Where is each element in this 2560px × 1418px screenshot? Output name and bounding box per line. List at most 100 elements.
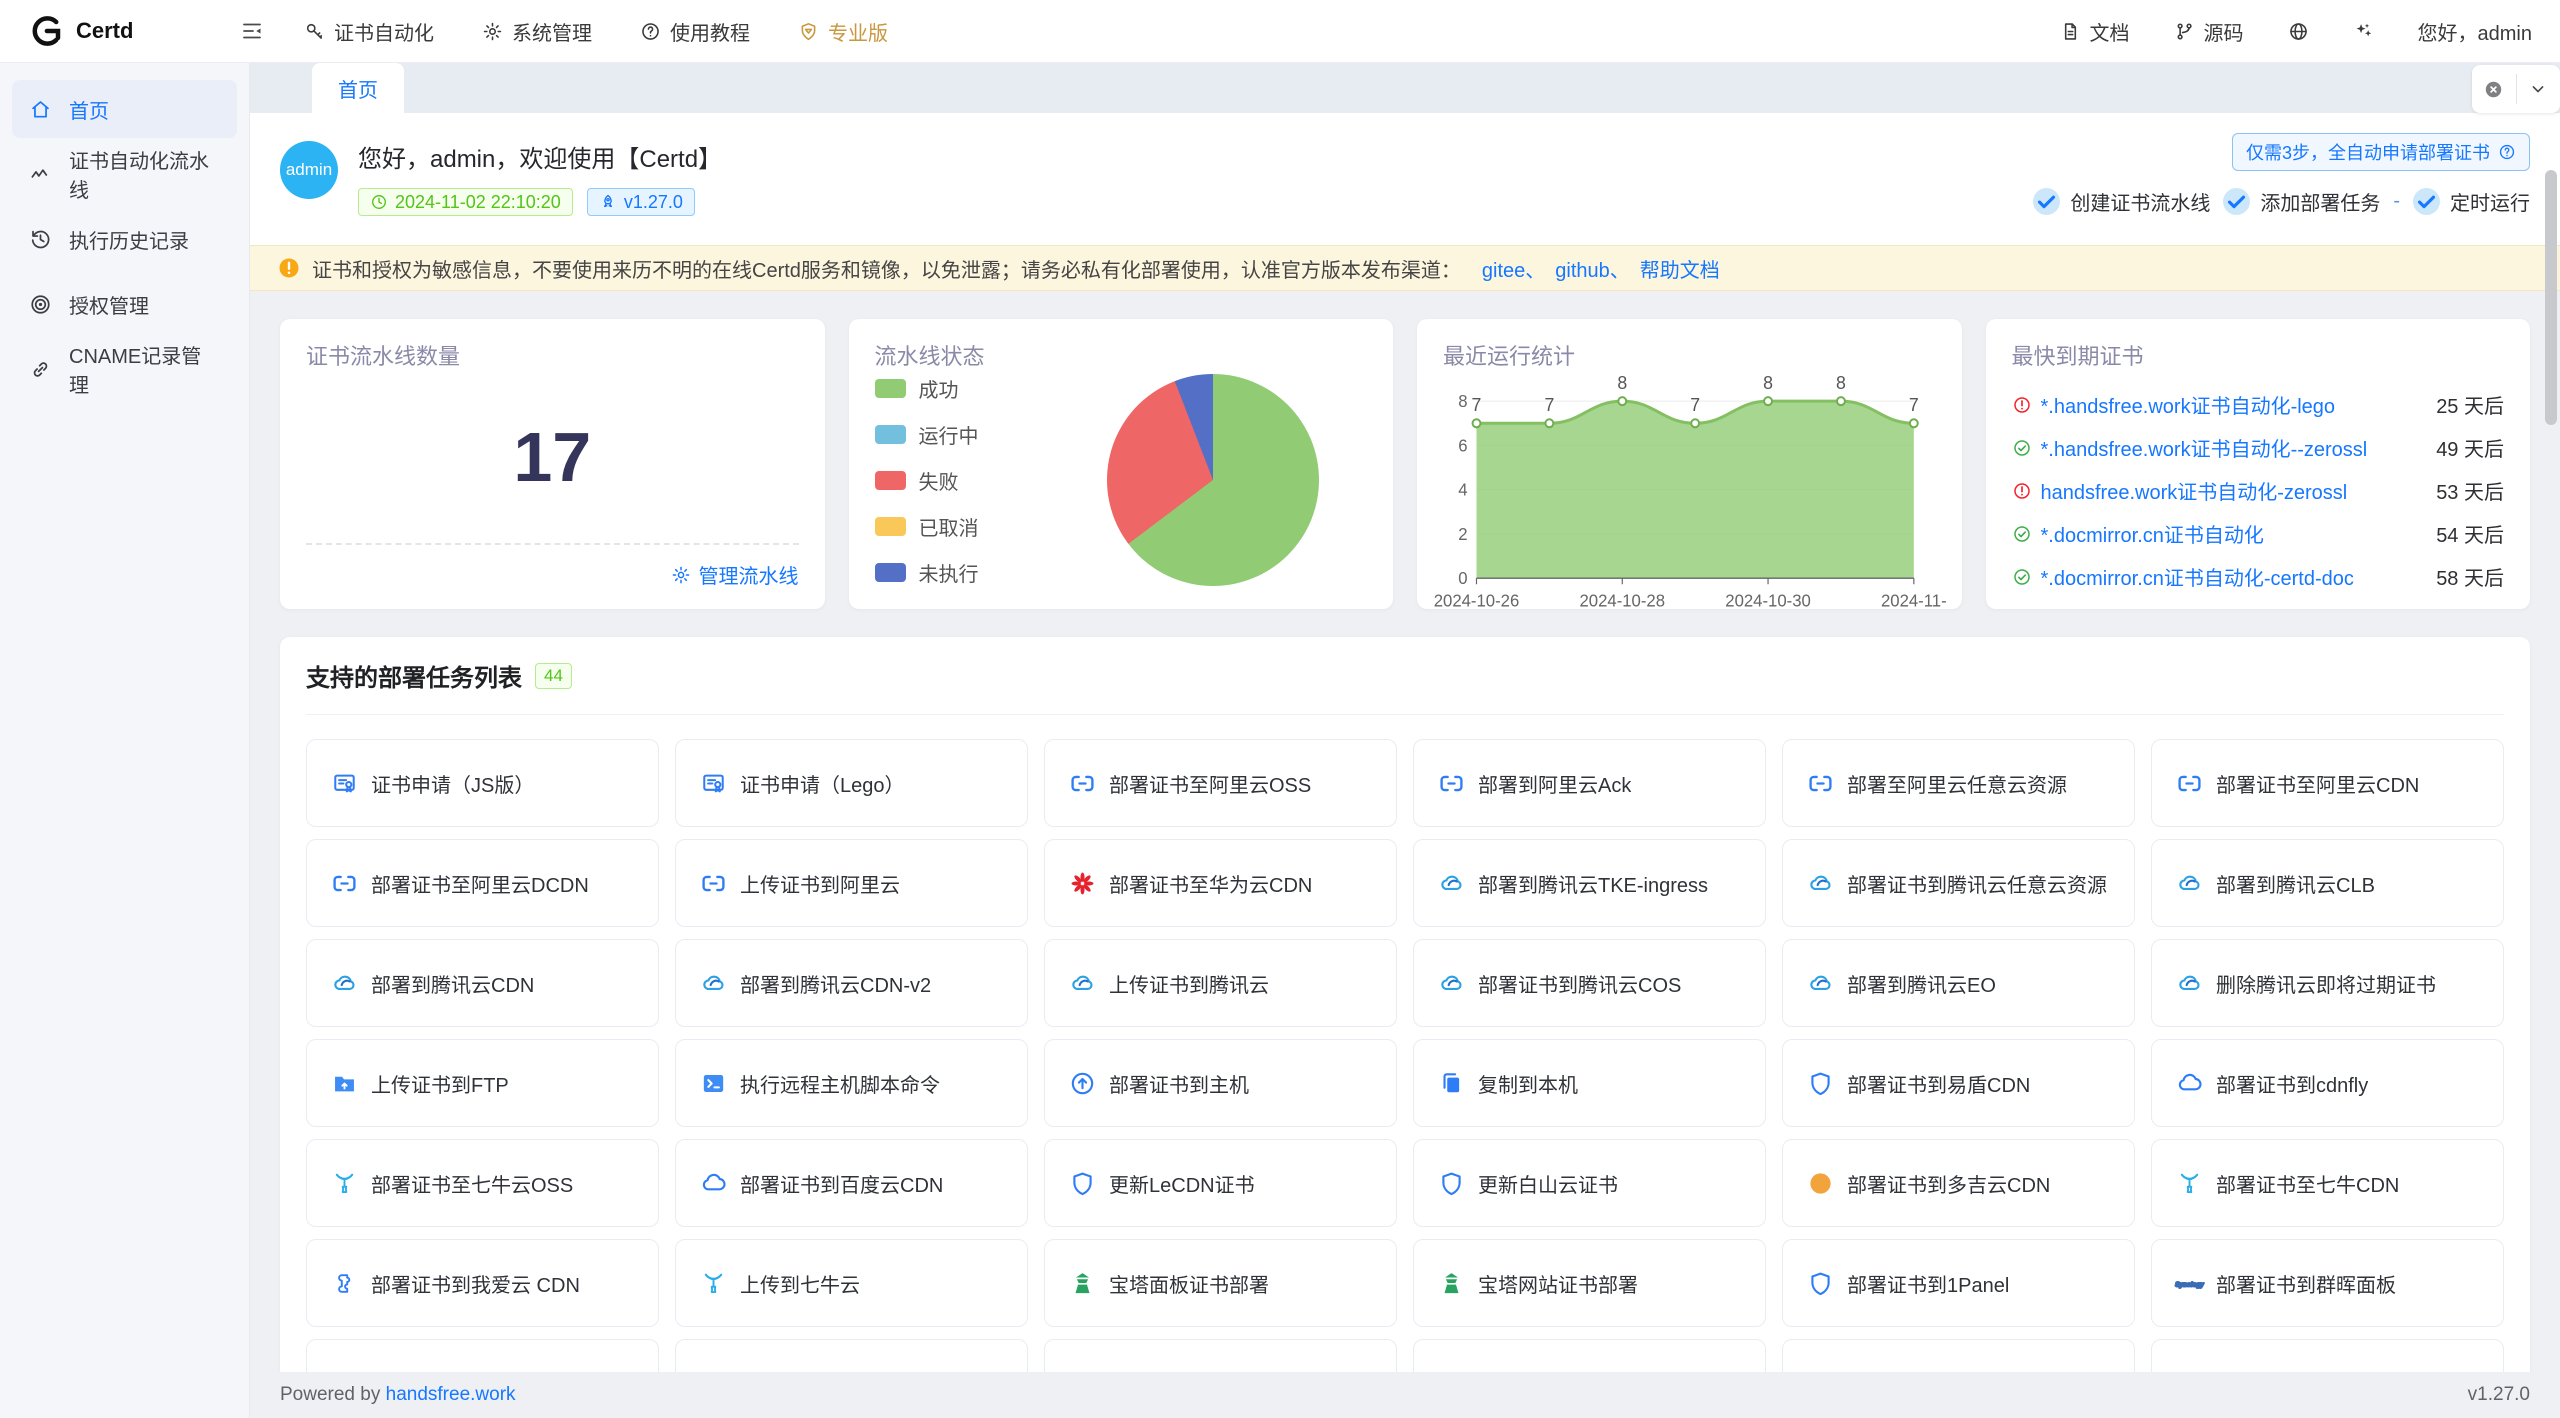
certificate-icon — [331, 770, 358, 797]
task-card-16[interactable]: 部署证书到腾讯云COS — [1413, 939, 1766, 1027]
nav-item-3[interactable]: 使用教程 — [640, 17, 750, 46]
menu-fold-icon[interactable] — [240, 19, 264, 43]
task-card-32[interactable]: 上传到七牛云 — [675, 1239, 1028, 1327]
sidebar-item-1[interactable]: 首页 — [12, 80, 237, 138]
svg-text:6: 6 — [1458, 436, 1467, 455]
sidebar-item-4[interactable]: 授权管理 — [12, 275, 237, 333]
task-card-23[interactable]: 部署证书到易盾CDN — [1782, 1039, 2135, 1127]
expiring-cert-row: *.handsfree.work证书自动化--zerossl49 天后 — [2012, 426, 2505, 469]
tab-home[interactable]: 首页 — [312, 63, 404, 113]
task-card-1[interactable]: 证书申请（JS版） — [306, 739, 659, 827]
banner-link-帮助文档[interactable]: 帮助文档 — [1640, 260, 1720, 282]
expiring-cert-link[interactable]: *.docmirror.cn证书自动化 — [2041, 519, 2425, 548]
task-card-5[interactable]: 部署至阿里云任意云资源 — [1782, 739, 2135, 827]
question-circle-icon — [640, 21, 661, 42]
task-card-7[interactable]: 部署证书至阿里云DCDN — [306, 839, 659, 927]
step-check-icon — [2413, 188, 2440, 215]
task-card-26[interactable]: 部署证书到百度云CDN — [675, 1139, 1028, 1227]
expiring-cert-days: 58 天后 — [2436, 562, 2504, 591]
svg-text:7: 7 — [1690, 395, 1700, 415]
task-card-12[interactable]: 部署到腾讯云CLB — [2151, 839, 2504, 927]
tencent-icon — [1069, 970, 1096, 997]
sidebar-item-2[interactable]: 证书自动化流水线 — [12, 145, 237, 203]
pulse-icon — [29, 163, 52, 186]
task-card-partial[interactable] — [1782, 1339, 2135, 1372]
scrollbar-thumb[interactable] — [2545, 170, 2557, 425]
svg-text:4: 4 — [1458, 481, 1467, 500]
task-card-36[interactable]: Synology部署证书到群晖面板 — [2151, 1239, 2504, 1327]
nav-item-2[interactable]: 系统管理 — [482, 17, 592, 46]
task-card-25[interactable]: 部署证书至七牛云OSS — [306, 1139, 659, 1227]
task-card-30[interactable]: 部署证书至七牛CDN — [2151, 1139, 2504, 1227]
synology-icon: Synology — [2176, 1270, 2203, 1297]
task-card-11[interactable]: 部署证书到腾讯云任意云资源 — [1782, 839, 2135, 927]
expiring-cert-link[interactable]: *.handsfree.work证书自动化--zerossl — [2041, 433, 2425, 462]
task-card-13[interactable]: 部署到腾讯云CDN — [306, 939, 659, 1027]
step-check-icon — [2033, 188, 2060, 215]
banner-link-github[interactable]: github、 — [1555, 260, 1630, 282]
manage-pipelines-link[interactable]: 管理流水线 — [306, 545, 799, 589]
task-card-18[interactable]: 删除腾讯云即将过期证书 — [2151, 939, 2504, 1027]
tab-home-label: 首页 — [338, 74, 378, 103]
tab-menu-button[interactable] — [2517, 65, 2560, 113]
task-card-20[interactable]: 执行远程主机脚本命令 — [675, 1039, 1028, 1127]
three-steps-pill[interactable]: 仅需3步，全自动申请部署证书 — [2232, 133, 2530, 171]
nav-right-item-3[interactable] — [2288, 21, 2309, 42]
task-card-15[interactable]: 上传证书到腾讯云 — [1044, 939, 1397, 1027]
sidebar-item-5[interactable]: CNAME记录管理 — [12, 340, 237, 398]
certificate-icon — [700, 770, 727, 797]
task-card-14[interactable]: 部署到腾讯云CDN-v2 — [675, 939, 1028, 1027]
close-tabs-button[interactable] — [2472, 65, 2516, 113]
task-card-8[interactable]: 上传证书到阿里云 — [675, 839, 1028, 927]
task-card-33[interactable]: 宝塔面板证书部署 — [1044, 1239, 1397, 1327]
expiring-cert-link[interactable]: *.handsfree.work证书自动化-lego — [2041, 390, 2425, 419]
nav-item-1[interactable]: 证书自动化 — [304, 17, 434, 46]
task-card-partial[interactable] — [306, 1339, 659, 1372]
expiring-cert-link[interactable]: *.docmirror.cn证书自动化-certd-doc — [2041, 562, 2425, 591]
recent-runs-area-chart: 0246877878872024-10-262024-10-282024-10-… — [1443, 375, 1936, 614]
brand: Certd — [28, 13, 240, 49]
manage-pipelines-label: 管理流水线 — [699, 560, 799, 589]
task-card-label: 部署到腾讯云EO — [1847, 969, 1996, 998]
task-card-4[interactable]: 部署到阿里云Ack — [1413, 739, 1766, 827]
task-card-10[interactable]: 部署到腾讯云TKE-ingress — [1413, 839, 1766, 927]
task-card-19[interactable]: 上传证书到FTP — [306, 1039, 659, 1127]
task-card-3[interactable]: 部署证书至阿里云OSS — [1044, 739, 1397, 827]
task-card-9[interactable]: 部署证书至华为云CDN — [1044, 839, 1397, 927]
tasks-grid: 证书申请（JS版）证书申请（Lego）部署证书至阿里云OSS部署到阿里云Ack部… — [306, 739, 2504, 1372]
task-card-partial[interactable] — [675, 1339, 1028, 1372]
task-card-partial[interactable] — [1044, 1339, 1397, 1372]
user-greeting[interactable]: 您好，admin — [2418, 17, 2532, 46]
task-card-21[interactable]: 部署证书到主机 — [1044, 1039, 1397, 1127]
nav-item-4[interactable]: 专业版 — [798, 17, 888, 46]
task-card-partial[interactable] — [1413, 1339, 1766, 1372]
shield-icon — [1807, 1070, 1834, 1097]
task-card-31[interactable]: 部署证书到我爱云 CDN — [306, 1239, 659, 1327]
version-badge[interactable]: v1.27.0 — [587, 188, 695, 216]
sidebar-item-3[interactable]: 执行历史记录 — [12, 210, 237, 268]
rocket-icon — [599, 193, 617, 211]
task-card-24[interactable]: 部署证书到cdnfly — [2151, 1039, 2504, 1127]
task-card-partial[interactable] — [2151, 1339, 2504, 1372]
host-upload-icon — [1069, 1070, 1096, 1097]
task-card-34[interactable]: 宝塔网站证书部署 — [1413, 1239, 1766, 1327]
task-card-35[interactable]: 部署证书到1Panel — [1782, 1239, 2135, 1327]
handsfree-link[interactable]: handsfree.work — [386, 1384, 516, 1405]
task-card-2[interactable]: 证书申请（Lego） — [675, 739, 1028, 827]
warning-icon — [277, 256, 301, 280]
task-card-17[interactable]: 部署到腾讯云EO — [1782, 939, 2135, 1027]
task-card-29[interactable]: D部署证书到多吉云CDN — [1782, 1139, 2135, 1227]
task-card-6[interactable]: 部署证书至阿里云CDN — [2151, 739, 2504, 827]
expiring-cert-link[interactable]: handsfree.work证书自动化-zerossl — [2041, 476, 2425, 505]
task-card-28[interactable]: 更新白山云证书 — [1413, 1139, 1766, 1227]
nav-right-item-2[interactable]: 源码 — [2174, 17, 2244, 46]
tasks-title: 支持的部署任务列表 — [306, 658, 522, 693]
nav-right-item-4[interactable] — [2353, 21, 2374, 42]
nav-right-label: 文档 — [2090, 17, 2130, 46]
nav-right-item-1[interactable]: 文档 — [2060, 17, 2130, 46]
task-card-27[interactable]: 更新LeCDN证书 — [1044, 1139, 1397, 1227]
top-navbar: Certd 证书自动化 系统管理 使用教程 专业版 文档 源码 您好，admin — [0, 0, 2560, 63]
task-card-22[interactable]: 复制到本机 — [1413, 1039, 1766, 1127]
task-card-label: 上传证书到阿里云 — [740, 869, 900, 898]
banner-link-gitee[interactable]: gitee、 — [1482, 260, 1545, 282]
